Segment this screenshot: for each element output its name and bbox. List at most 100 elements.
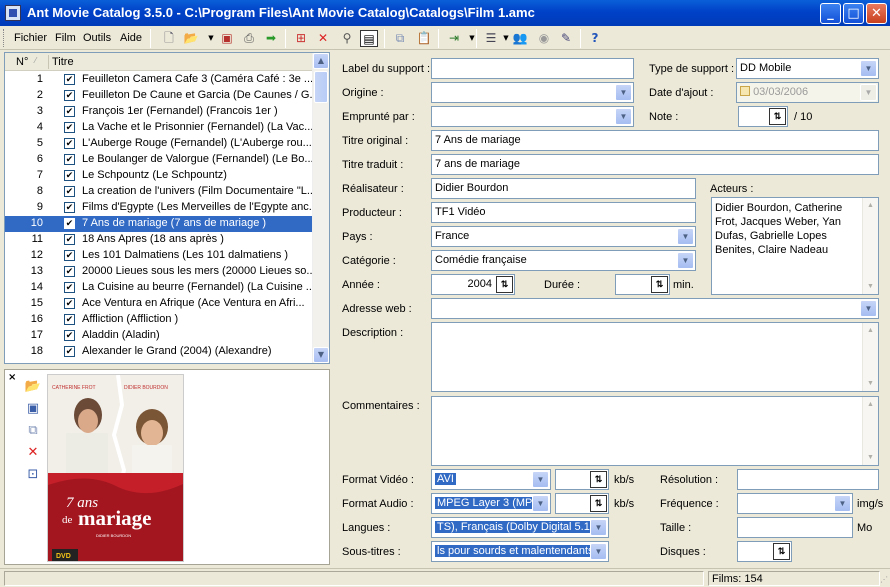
find-icon[interactable]: ⚲: [338, 30, 356, 47]
help-icon[interactable]: ?: [586, 30, 604, 47]
resolution-field[interactable]: [737, 469, 879, 490]
list-item[interactable]: 17 ✔ Aladdin (Aladin): [5, 328, 313, 344]
commentaires-field[interactable]: ▲ ▼: [431, 396, 879, 466]
row-checkbox[interactable]: ✔: [64, 106, 75, 117]
description-field[interactable]: ▲ ▼: [431, 322, 879, 392]
row-checkbox[interactable]: ✔: [64, 138, 75, 149]
chevron-down-icon[interactable]: ▼: [615, 84, 632, 101]
load-picture-icon[interactable]: 📂: [24, 378, 42, 396]
format-audio-select[interactable]: MPEG Layer 3 (MP3) ▼: [431, 493, 551, 514]
list-item[interactable]: 10 ✔ 7 Ans de mariage (7 ans de mariage ): [5, 216, 313, 232]
spin-icon[interactable]: ⇅: [769, 108, 786, 125]
menu-aide[interactable]: Aide: [120, 32, 142, 44]
categorie-select[interactable]: Comédie française ▼: [431, 250, 696, 271]
scroll-down-button[interactable]: ▼: [313, 347, 329, 363]
list-item[interactable]: 14 ✔ La Cuisine au beurre (Fernandel) (La …: [5, 280, 313, 296]
import-icon[interactable]: ⇥: [445, 30, 463, 47]
row-checkbox[interactable]: ✔: [64, 90, 75, 101]
chevron-down-icon[interactable]: ▼: [860, 300, 877, 317]
disc-icon[interactable]: ◉: [535, 30, 553, 47]
list-item[interactable]: 4 ✔ La Vache et le Prisonnier (Fernandel) …: [5, 120, 313, 136]
resize-grip-icon[interactable]: ⋰: [880, 575, 888, 584]
chevron-down-icon[interactable]: ▼: [834, 495, 851, 512]
column-number-header[interactable]: N°: [16, 56, 28, 68]
realisateur-field[interactable]: Didier Bourdon: [431, 178, 696, 199]
list-item[interactable]: 13 ✔ 20000 Lieues sous les mers (20000 Lie…: [5, 264, 313, 280]
delete-picture-icon[interactable]: ✕: [24, 444, 42, 462]
emprunte-select[interactable]: ▼: [431, 106, 634, 127]
close-panel-icon[interactable]: ×: [8, 372, 16, 383]
acteurs-scrollbar[interactable]: ▲ ▼: [862, 198, 878, 294]
spin-icon[interactable]: ⇅: [773, 543, 790, 560]
list-item[interactable]: 16 ✔ Affliction (Affliction ): [5, 312, 313, 328]
maximize-button[interactable]: □: [843, 3, 864, 24]
list-item[interactable]: 3 ✔ François 1er (Fernandel) (Francois 1er…: [5, 104, 313, 120]
row-checkbox[interactable]: ✔: [64, 122, 75, 133]
chevron-down-icon[interactable]: ▼: [677, 252, 694, 269]
list-item[interactable]: 18 ✔ Alexander le Grand (2004) (Alexandre): [5, 344, 313, 360]
row-checkbox[interactable]: ✔: [64, 202, 75, 213]
delete-icon[interactable]: ✕: [314, 30, 332, 47]
print-icon[interactable]: ⎙: [240, 30, 258, 47]
copy-picture-icon[interactable]: ⧉: [24, 422, 42, 440]
scroll-up-button[interactable]: ▲: [313, 53, 329, 69]
chevron-down-icon[interactable]: ▼: [590, 543, 607, 560]
sous-titres-select[interactable]: ls pour sourds et malentendants ▼: [431, 541, 609, 562]
chevron-down-icon[interactable]: ▼: [860, 84, 877, 101]
chevron-down-icon[interactable]: ▼: [532, 471, 549, 488]
row-checkbox[interactable]: ✔: [64, 186, 75, 197]
row-checkbox[interactable]: ✔: [64, 266, 75, 277]
open-folder-icon[interactable]: 📂: [182, 30, 200, 47]
duree-field[interactable]: ⇅: [615, 274, 670, 295]
column-divider[interactable]: [48, 55, 49, 69]
panel-splitter[interactable]: [331, 52, 335, 566]
acteurs-field[interactable]: Didier Bourdon, Catherine Frot, Jacques …: [711, 197, 879, 295]
note-field[interactable]: ⇅: [738, 106, 788, 127]
list-item[interactable]: 1 ✔ Feuilleton Camera Cafe 3 (Caméra Café …: [5, 72, 313, 88]
date-ajout-picker[interactable]: 03/03/2006 ▼: [736, 82, 879, 103]
add-movie-icon[interactable]: ⊞: [292, 30, 310, 47]
description-scrollbar[interactable]: ▲ ▼: [862, 323, 878, 391]
commentaires-scrollbar[interactable]: ▲ ▼: [862, 397, 878, 465]
spin-icon[interactable]: ⇅: [651, 276, 668, 293]
langues-select[interactable]: TS), Français (Dolby Digital 5.1) ▼: [431, 517, 609, 538]
column-title-header[interactable]: Titre: [52, 56, 74, 68]
list-item[interactable]: 9 ✔ Films d'Egypte (Les Merveilles de l'Eg…: [5, 200, 313, 216]
list-item[interactable]: 8 ✔ La creation de l'univers (Film Documen…: [5, 184, 313, 200]
origine-select[interactable]: ▼: [431, 82, 634, 103]
pays-select[interactable]: France ▼: [431, 226, 696, 247]
movie-info-icon[interactable]: ▤: [360, 30, 378, 47]
row-checkbox[interactable]: ✔: [64, 154, 75, 165]
list-item[interactable]: 7 ✔ Le Schpountz (Le Schpountz): [5, 168, 313, 184]
copy-icon[interactable]: ⧉: [391, 30, 409, 47]
minimize-button[interactable]: _: [820, 3, 841, 24]
format-video-select[interactable]: AVI ▼: [431, 469, 551, 490]
list-item[interactable]: 2 ✔ Feuilleton De Caune et Garcia (De Caun…: [5, 88, 313, 104]
producteur-field[interactable]: TF1 Vidéo: [431, 202, 696, 223]
users-icon[interactable]: 👥: [511, 30, 529, 47]
chevron-down-icon[interactable]: ▼: [532, 495, 549, 512]
list-item[interactable]: 11 ✔ 18 Ans Apres (18 ans après ): [5, 232, 313, 248]
row-checkbox[interactable]: ✔: [64, 218, 75, 229]
label-support-field[interactable]: [431, 58, 634, 79]
menu-film[interactable]: Film: [55, 32, 76, 44]
new-file-icon[interactable]: 🗋: [160, 30, 178, 47]
row-checkbox[interactable]: ✔: [64, 314, 75, 325]
menu-outils[interactable]: Outils: [83, 32, 111, 44]
titre-traduit-field[interactable]: 7 ans de mariage: [431, 154, 879, 175]
chevron-down-icon[interactable]: ▼: [677, 228, 694, 245]
spin-icon[interactable]: ⇅: [496, 276, 513, 293]
save-picture-icon[interactable]: ▣: [24, 400, 42, 418]
annee-field[interactable]: 2004 ⇅: [431, 274, 515, 295]
save-icon[interactable]: ▣: [218, 30, 236, 47]
chevron-down-icon[interactable]: ▼: [615, 108, 632, 125]
spin-icon[interactable]: ⇅: [590, 471, 607, 488]
scroll-thumb[interactable]: [314, 71, 328, 103]
type-support-select[interactable]: DD Mobile ▼: [736, 58, 879, 79]
app-icon[interactable]: [5, 5, 21, 21]
close-button[interactable]: ✕: [866, 3, 887, 24]
chevron-down-icon[interactable]: ▼: [463, 30, 481, 47]
titre-original-field[interactable]: 7 Ans de mariage: [431, 130, 879, 151]
adresse-web-select[interactable]: ▼: [431, 298, 879, 319]
row-checkbox[interactable]: ✔: [64, 282, 75, 293]
